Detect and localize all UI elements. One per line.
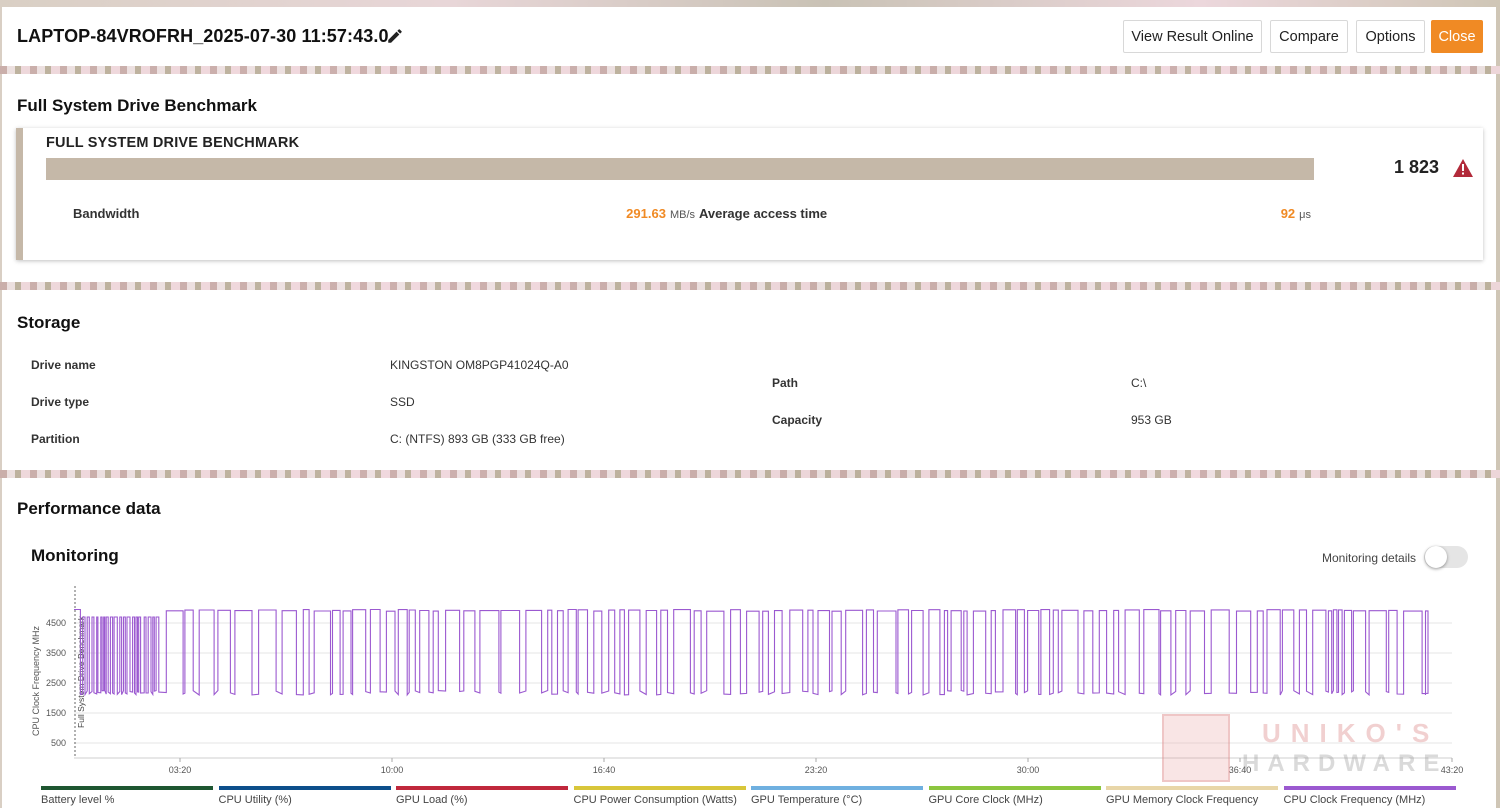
storage-section: Storage Drive name KINGSTON OM8PGP41024Q… (2, 290, 1496, 470)
legend-item[interactable]: CPU Utility (%) (218, 786, 391, 806)
legend-item[interactable]: Battery level % (41, 786, 213, 806)
y-tick-label: 500 (51, 738, 66, 748)
legend-label: GPU Memory Clock Frequency (1106, 794, 1259, 806)
x-tick-label: 43:20 (1441, 765, 1464, 775)
score-bar (46, 158, 1314, 180)
benchmark-section: Full System Drive Benchmark FULL SYSTEM … (2, 74, 1496, 282)
bandwidth-unit: MB/s (669, 209, 695, 221)
legend-item[interactable]: GPU Load (%) (396, 786, 568, 806)
path-value: C:\ (1131, 376, 1147, 390)
edit-pencil-icon[interactable] (386, 27, 404, 45)
path-label: Path (772, 376, 799, 390)
monitoring-chart[interactable]: 500 1500 2500 3500 4500 03:20 10:00 16:40 23:20 3… (2, 478, 1496, 778)
drive-name-label: Drive name (31, 358, 96, 372)
benchmark-card: FULL SYSTEM DRIVE BENCHMARK 1 823 Bandwi… (16, 128, 1483, 260)
x-tick-label: 30:00 (1017, 765, 1040, 775)
x-tick-label: 16:40 (593, 765, 616, 775)
legend-item[interactable]: GPU Core Clock (MHz) (928, 786, 1101, 806)
benchmark-card-title: FULL SYSTEM DRIVE BENCHMARK (46, 135, 300, 151)
legend-swatch (573, 786, 746, 790)
legend-item[interactable]: CPU Power Consumption (Watts) (573, 786, 746, 806)
legend-label: GPU Core Clock (MHz) (928, 794, 1043, 806)
options-button[interactable]: Options (1356, 20, 1425, 53)
legend-label: CPU Utility (%) (218, 794, 292, 806)
access-time-label: Average access time (699, 206, 828, 221)
cpu-clock-series-line (74, 608, 1429, 697)
legend-swatch (218, 786, 391, 790)
warning-icon[interactable] (1453, 159, 1473, 177)
bandwidth-value-group: 291.63 MB/s (583, 206, 695, 221)
legend-swatch (41, 786, 213, 790)
compare-button[interactable]: Compare (1270, 20, 1348, 53)
legend-label: Battery level % (41, 794, 115, 806)
drive-type-label: Drive type (31, 395, 90, 409)
x-tick-label: 36:40 (1229, 765, 1252, 775)
bandwidth-value: 291.63 (626, 206, 666, 221)
x-tick-label: 23:20 (805, 765, 828, 775)
legend-swatch (396, 786, 568, 790)
access-time-value: 92 (1280, 206, 1296, 221)
result-title: LAPTOP-84VROFRH_2025-07-30 11:57:43.0 (17, 26, 389, 46)
background-strip (0, 470, 1500, 478)
y-tick-label: 2500 (46, 678, 66, 688)
y-axis-label: CPU Clock Frequency MHz (31, 625, 41, 736)
storage-section-title: Storage (17, 313, 81, 332)
legend-label: GPU Temperature (°C) (751, 794, 863, 806)
x-tick-label: 10:00 (381, 765, 404, 775)
y-tick-label: 1500 (46, 708, 66, 718)
legend-swatch (751, 786, 923, 790)
close-button[interactable]: Close (1431, 20, 1483, 53)
legend-label: CPU Power Consumption (Watts) (573, 794, 737, 806)
legend-item[interactable]: GPU Memory Clock Frequency (1106, 786, 1278, 806)
access-time-unit: μs (1299, 209, 1311, 221)
performance-section: Performance data Monitoring Monitoring d… (2, 478, 1496, 808)
legend-swatch (1283, 786, 1456, 790)
capacity-label: Capacity (772, 413, 823, 427)
y-tick-label: 3500 (46, 648, 66, 658)
legend-swatch (928, 786, 1101, 790)
partition-label: Partition (31, 432, 80, 446)
legend-swatch (1106, 786, 1278, 790)
legend-item[interactable]: CPU Clock Frequency (MHz) (1283, 786, 1456, 806)
legend-label: GPU Load (%) (396, 794, 468, 806)
x-tick-label: 03:20 (169, 765, 192, 775)
drive-name-value: KINGSTON OM8PGP41024Q-A0 (390, 358, 569, 372)
capacity-value: 953 GB (1131, 413, 1172, 427)
legend-item[interactable]: GPU Temperature (°C) (751, 786, 923, 806)
result-header: LAPTOP-84VROFRH_2025-07-30 11:57:43.0 Vi… (2, 7, 1496, 66)
legend-label: CPU Clock Frequency (MHz) (1283, 794, 1426, 806)
benchmark-score: 1 823 (1394, 157, 1440, 177)
benchmark-section-title: Full System Drive Benchmark (17, 96, 257, 115)
y-tick-label: 4500 (46, 618, 66, 628)
bandwidth-label: Bandwidth (73, 206, 140, 221)
access-time-value-group: 92 μs (1213, 206, 1311, 221)
drive-type-value: SSD (390, 395, 415, 409)
background-strip (0, 66, 1500, 74)
view-result-online-button[interactable]: View Result Online (1123, 20, 1262, 53)
partition-value: C: (NTFS) 893 GB (333 GB free) (390, 432, 565, 446)
background-strip (0, 282, 1500, 290)
